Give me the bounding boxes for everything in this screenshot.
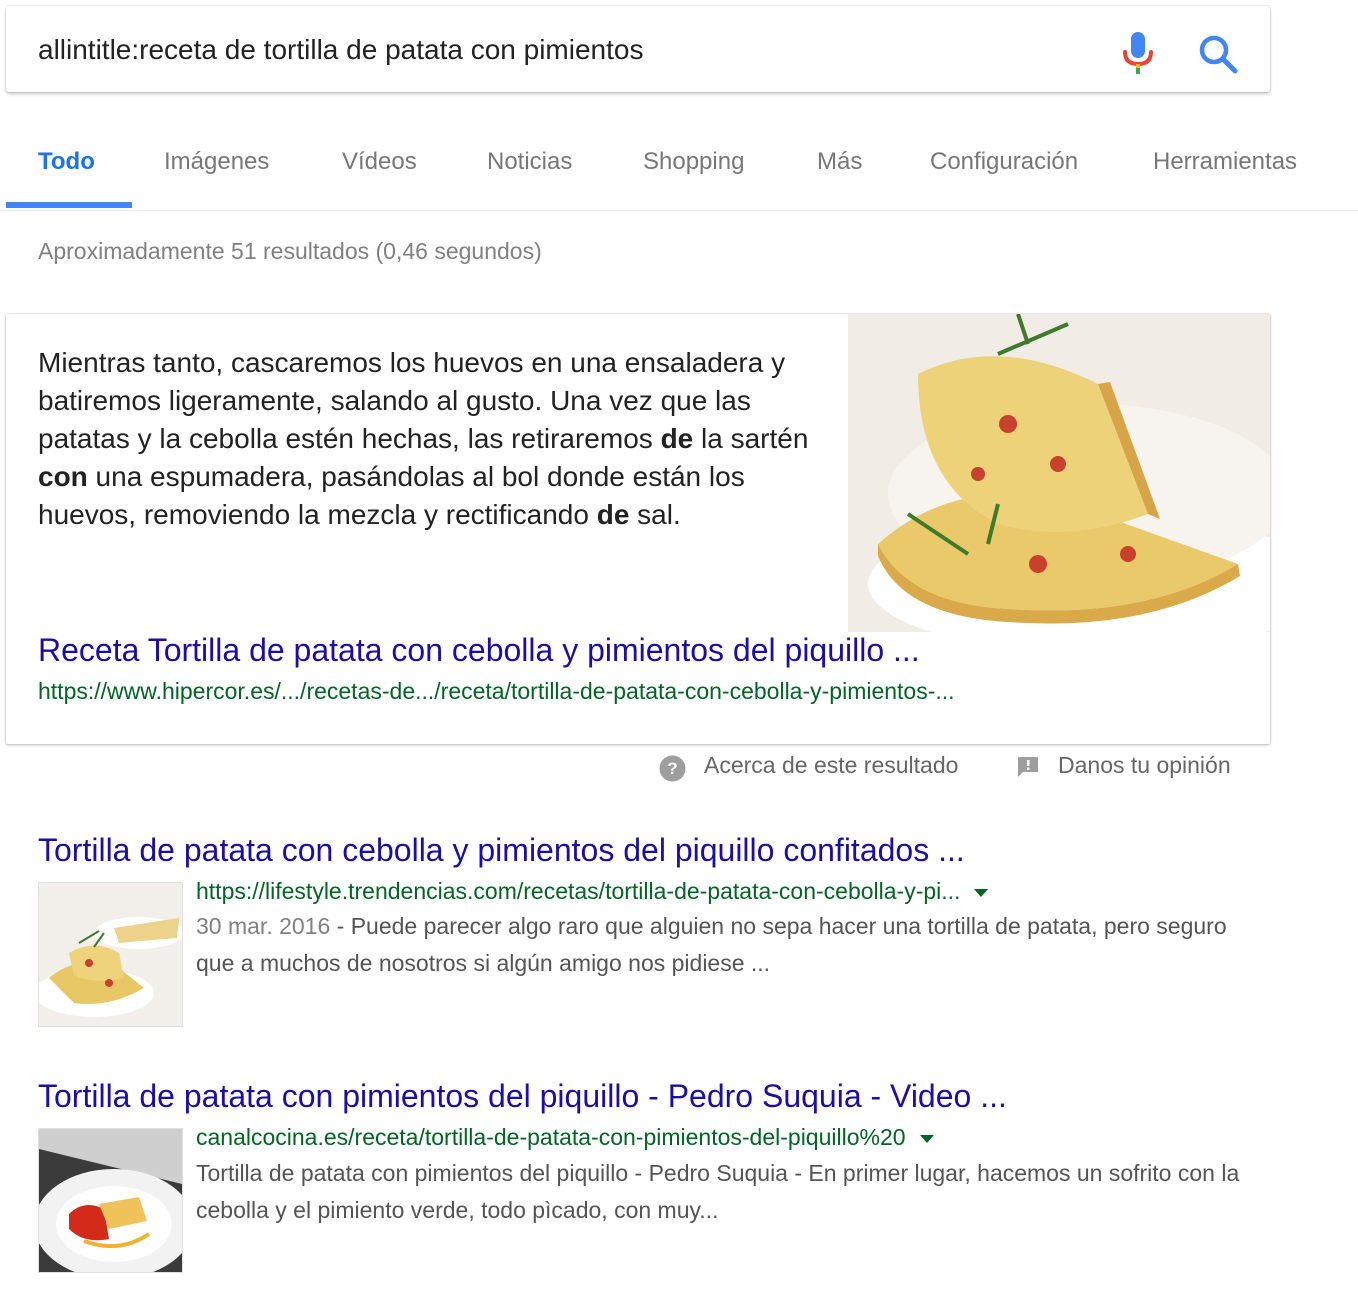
result-url: https://lifestyle.trendencias.com/receta…: [196, 878, 989, 905]
tab-herramientas[interactable]: Herramientas: [1153, 148, 1297, 176]
snippet-text: Mientras tanto, cascaremos los huevos en…: [38, 347, 809, 530]
search-tabs: Todo Imágenes Vídeos Noticias Shopping M…: [0, 118, 1358, 211]
featured-snippet: Mientras tanto, cascaremos los huevos en…: [6, 314, 1270, 744]
result-description: Tortilla de patata con pimientos del piq…: [196, 1160, 1240, 1223]
result-description: 30 mar. 2016 - Puede parecer algo raro q…: [196, 913, 1227, 976]
feedback-link[interactable]: Danos tu opinión: [1058, 752, 1231, 779]
result-thumbnail[interactable]: [38, 882, 183, 1027]
tab-shopping[interactable]: Shopping: [643, 148, 744, 176]
microphone-icon[interactable]: [1118, 30, 1158, 76]
snippet-image[interactable]: [848, 314, 1270, 632]
active-tab-indicator: [6, 202, 132, 208]
search-icon[interactable]: [1196, 32, 1240, 76]
url-dropdown-icon[interactable]: [974, 888, 989, 897]
tab-imagenes[interactable]: Imágenes: [164, 148, 269, 176]
help-icon[interactable]: ?: [659, 755, 686, 782]
result-title-link[interactable]: Tortilla de patata con cebolla y pimient…: [38, 832, 965, 869]
result-url: canalcocina.es/receta/tortilla-de-patata…: [196, 1124, 934, 1151]
tab-configuracion[interactable]: Configuración: [930, 148, 1078, 176]
result-stats: Aproximadamente 51 resultados (0,46 segu…: [38, 238, 542, 264]
result-thumbnail[interactable]: [38, 1128, 183, 1273]
result-title-link[interactable]: Tortilla de patata con pimientos del piq…: [38, 1078, 1007, 1115]
search-input[interactable]: [38, 30, 1078, 70]
snippet-url: https://www.hipercor.es/.../recetas-de..…: [38, 678, 955, 704]
tab-videos[interactable]: Vídeos: [342, 148, 417, 176]
tab-noticias[interactable]: Noticias: [487, 148, 572, 176]
feedback-icon[interactable]: [1016, 755, 1040, 779]
url-dropdown-icon[interactable]: [919, 1134, 934, 1143]
tab-todo[interactable]: Todo: [38, 148, 95, 176]
about-result-link[interactable]: Acerca de este resultado: [704, 752, 958, 779]
snippet-title-link[interactable]: Receta Tortilla de patata con cebolla y …: [38, 632, 920, 669]
search-box: [6, 6, 1270, 92]
tab-mas[interactable]: Más: [817, 148, 862, 176]
svg-text:?: ?: [667, 759, 677, 778]
